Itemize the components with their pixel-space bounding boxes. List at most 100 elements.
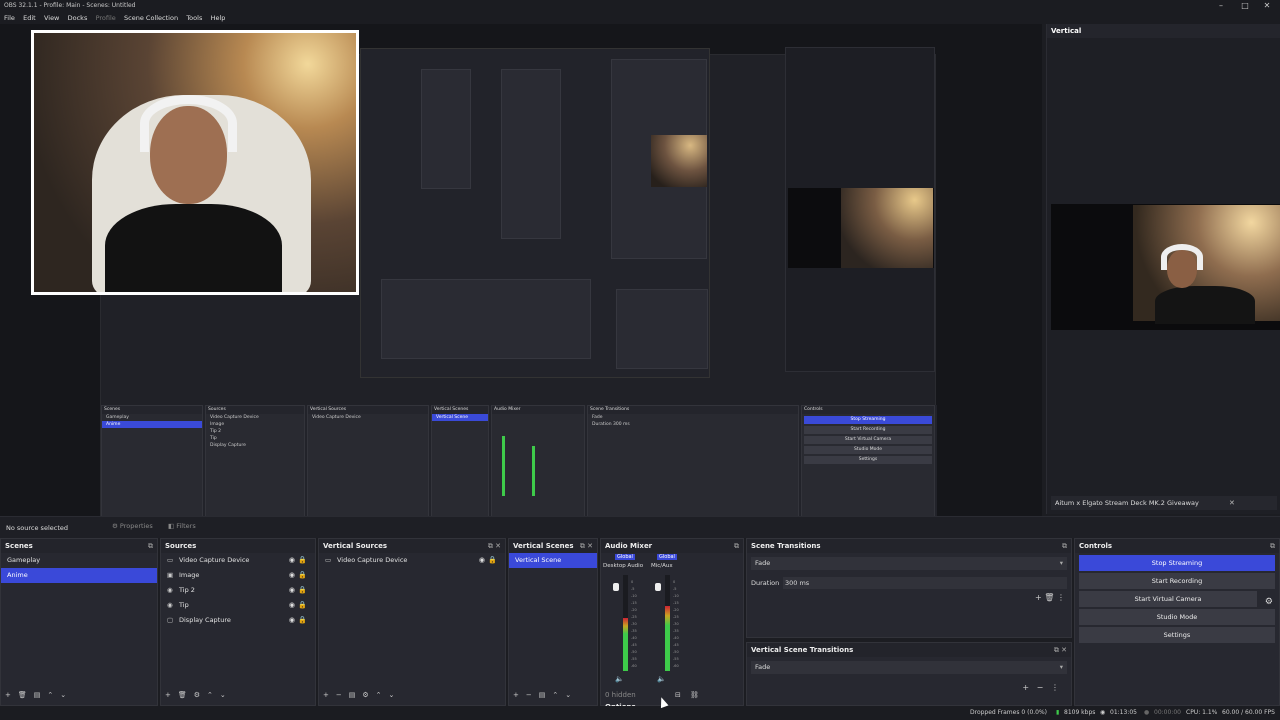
menu-view[interactable]: View [44,12,59,24]
menu-tools[interactable]: Tools [186,12,202,24]
signal-icon: ▮ [1056,709,1060,716]
menu-scene-collection[interactable]: Scene Collection [124,12,178,24]
add-icon[interactable]: + [513,691,519,699]
db-tick-label: -50 [673,650,679,654]
eye-icon[interactable]: ◉ [289,598,295,613]
menu-profile[interactable]: Profile [96,12,116,24]
channel-name[interactable]: Desktop Audio [603,563,643,569]
remove-icon[interactable]: − [1037,683,1044,692]
source-item[interactable]: ◉ Tip ◉ 🔒 [161,598,315,613]
db-tick-label: -50 [631,650,637,654]
menu-file[interactable]: File [4,12,15,24]
layout-icon[interactable]: ⊟ [675,691,681,699]
filter-icon[interactable]: ▤ [539,691,546,699]
filter-icon[interactable]: ▤ [349,691,356,699]
up-icon[interactable]: ⌃ [207,691,213,699]
remove-icon[interactable]: − [526,691,532,699]
db-tick-label: -60 [673,664,679,668]
lock-icon[interactable]: 🔒 [298,613,307,628]
add-icon[interactable]: + [1022,683,1029,692]
dock-close-icon[interactable]: ⧉ ✕ [488,539,501,553]
dock-float-icon[interactable]: ⧉ [734,539,739,553]
source-item[interactable]: ▢ Display Capture ◉ 🔒 [161,613,315,628]
scene-item[interactable]: Gameplay [1,553,157,568]
dock-close-icon[interactable]: ⧉ ✕ [1054,643,1067,657]
dock-float-icon[interactable]: ⧉ [1270,539,1275,553]
virtual-camera-gear-icon[interactable]: ⚙ [1265,597,1273,607]
notice-close-icon[interactable]: ✕ [1229,496,1235,510]
add-icon[interactable]: + [1035,593,1042,602]
add-icon[interactable]: + [5,691,11,699]
filters-button[interactable]: ◧ Filters [168,522,196,530]
start-recording-button[interactable]: Start Recording [1079,573,1275,589]
gear-icon[interactable]: ⚙ [194,691,200,699]
link-icon[interactable]: ⛓ [690,691,699,699]
menu-icon[interactable]: ⋮ [1051,683,1059,692]
lock-icon[interactable]: 🔒 [298,568,307,583]
gear-icon[interactable]: ⚙ [362,691,368,699]
vertical-scene-item[interactable]: Vertical Scene [509,553,597,568]
lock-icon[interactable]: 🔒 [488,553,497,568]
duration-input[interactable]: 300 ms [783,577,1067,589]
filter-icon[interactable]: ▤ [34,691,41,699]
up-icon[interactable]: ⌃ [47,691,53,699]
live-icon: ◉ [1100,709,1106,716]
dock-close-icon[interactable]: ⧉ ✕ [580,539,593,553]
db-tick-label: -35 [673,629,679,633]
main-preview[interactable]: Scenes Gameplay Anime Sources Video Capt… [0,24,1042,516]
up-icon[interactable]: ⌃ [552,691,558,699]
db-tick-label: -55 [673,657,679,661]
trash-icon[interactable]: 🗑 [18,691,27,699]
global-badge: Global [615,554,635,560]
scene-item[interactable]: Anime [1,568,157,583]
db-tick-label: -60 [631,664,637,668]
lock-icon[interactable]: 🔒 [298,598,307,613]
down-icon[interactable]: ⌄ [389,691,395,699]
eye-icon[interactable]: ◉ [479,553,485,568]
db-tick-label: -5 [673,587,677,591]
add-icon[interactable]: + [165,691,171,699]
stop-streaming-button[interactable]: Stop Streaming [1079,555,1275,571]
controls-title: Controls [1079,542,1113,550]
down-icon[interactable]: ⌄ [220,691,226,699]
eye-icon[interactable]: ◉ [289,553,295,568]
down-icon[interactable]: ⌄ [565,691,571,699]
properties-button[interactable]: ⚙ Properties [112,522,153,530]
eye-icon[interactable]: ◉ [289,613,295,628]
menu-icon[interactable]: ⋮ [1057,593,1065,602]
remove-icon[interactable]: − [336,691,342,699]
down-icon[interactable]: ⌄ [60,691,66,699]
volume-slider-handle[interactable] [655,583,661,591]
db-tick-label: -15 [673,601,679,605]
studio-mode-button[interactable]: Studio Mode [1079,609,1275,625]
vertical-sources-dock: Vertical Sources ⧉ ✕ ▭ Video Capture Devic… [318,538,506,706]
close-icon[interactable]: ✕ [1252,0,1280,12]
trash-icon[interactable]: 🗑 [1044,593,1054,602]
source-item[interactable]: ◉ Tip 2 ◉ 🔒 [161,583,315,598]
vertical-transition-select[interactable]: Fade ▾ [751,661,1067,674]
menu-edit[interactable]: Edit [23,12,36,24]
channel-name[interactable]: Mic/Aux [651,563,673,569]
start-virtual-camera-button[interactable]: Start Virtual Camera [1079,591,1257,607]
lock-icon[interactable]: 🔒 [298,583,307,598]
eye-icon[interactable]: ◉ [289,583,295,598]
menu-help[interactable]: Help [211,12,226,24]
add-icon[interactable]: + [323,691,329,699]
source-item[interactable]: ▣ Image ◉ 🔒 [161,568,315,583]
up-icon[interactable]: ⌃ [376,691,382,699]
trash-icon[interactable]: 🗑 [178,691,187,699]
transition-select[interactable]: Fade ▾ [751,557,1067,570]
settings-button[interactable]: Settings [1079,627,1275,643]
speaker-icon[interactable]: 🔈 [657,675,666,683]
webcam-source[interactable] [31,30,359,295]
lock-icon[interactable]: 🔒 [298,553,307,568]
eye-icon[interactable]: ◉ [289,568,295,583]
dock-float-icon[interactable]: ⧉ [148,539,153,553]
dock-float-icon[interactable]: ⧉ [1062,539,1067,553]
source-item[interactable]: ▭ Video Capture Device ◉ 🔒 [319,553,505,568]
speaker-icon[interactable]: 🔈 [615,675,624,683]
source-item[interactable]: ▭ Video Capture Device ◉ 🔒 [161,553,315,568]
volume-slider-handle[interactable] [613,583,619,591]
menu-docks[interactable]: Docks [68,12,88,24]
source-toolbar: No source selected ⚙ Properties ◧ Filter… [0,516,1280,538]
